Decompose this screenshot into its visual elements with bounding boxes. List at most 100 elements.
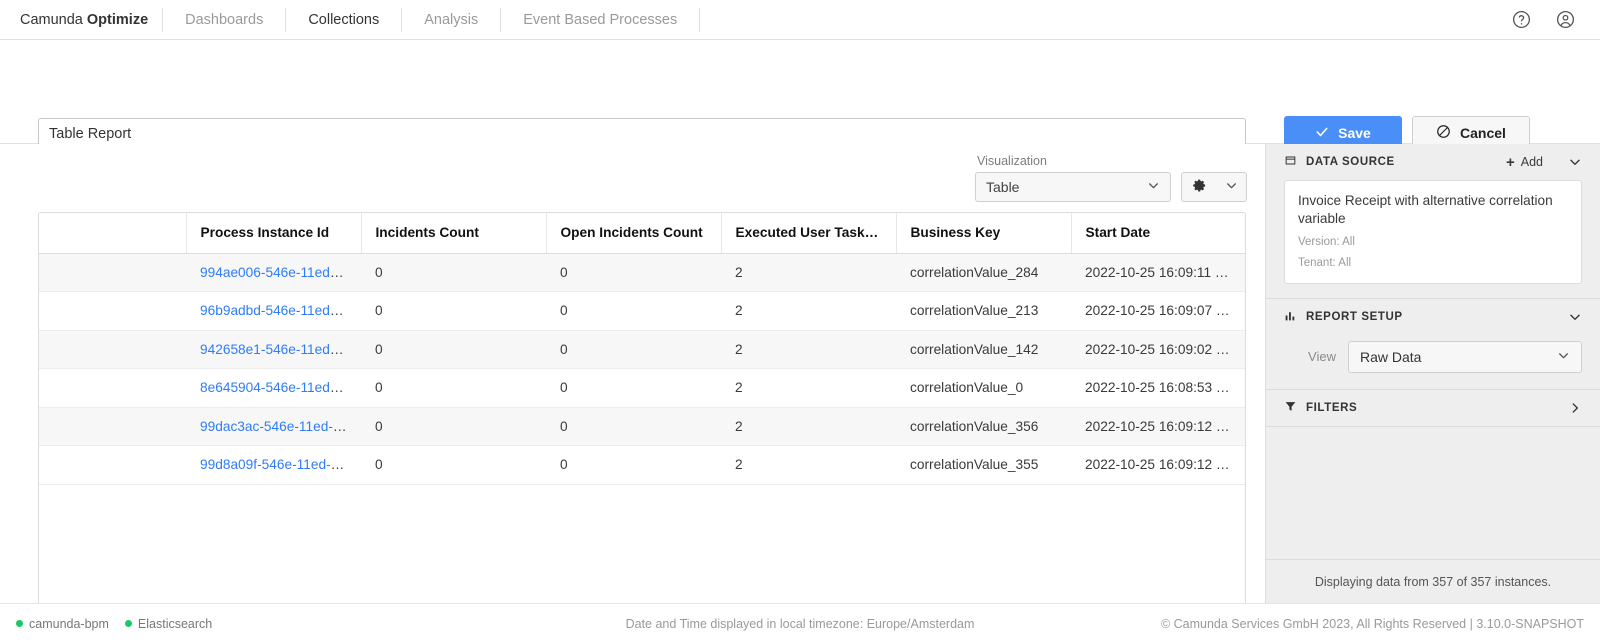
filters-title: FILTERS bbox=[1306, 401, 1358, 414]
cell-open-incidents-count: 0 bbox=[546, 407, 721, 446]
nav-divider bbox=[699, 7, 701, 32]
cell-process-instance-id[interactable]: 99dac3ac-546e-11ed-8… bbox=[186, 407, 361, 446]
column-header-process-instance-id[interactable]: Process Instance Id bbox=[186, 213, 362, 254]
bar-chart-icon bbox=[1284, 309, 1297, 325]
cell-incidents-count: 0 bbox=[361, 407, 546, 446]
cell-executed-user-tasks: 2 bbox=[721, 445, 896, 485]
column-header-open-incidents-count[interactable]: Open Incidents Count bbox=[546, 213, 722, 254]
app-footer: camunda-bpm Elasticsearch Date and Time … bbox=[0, 603, 1600, 643]
process-instance-link[interactable]: 99dac3ac-546e-11ed-8… bbox=[200, 419, 354, 434]
report-configuration-panel: DATA SOURCE + Add Invoice Receipt with a… bbox=[1265, 144, 1600, 603]
visualization-select[interactable]: Table bbox=[975, 172, 1171, 202]
visualization-controls: Visualization Table bbox=[975, 154, 1247, 202]
cell-process-instance-id[interactable]: 99d8a09f-546e-11ed-8… bbox=[186, 445, 361, 485]
cell-open-incidents-count: 0 bbox=[546, 445, 721, 485]
cell-incidents-count: 0 bbox=[361, 291, 546, 331]
table-row: e:5:8e5ba671-546… 994ae006-546e-11ed-8… … bbox=[39, 253, 1245, 292]
cell-process-definition-id: e:1:8e370732-546… bbox=[39, 368, 186, 408]
process-instance-link[interactable]: 994ae006-546e-11ed-8… bbox=[200, 265, 356, 280]
cell-start-date: 2022-10-25 16:09:12 U… bbox=[1071, 445, 1245, 485]
cell-process-instance-id[interactable]: 96b9adbd-546e-11ed-8… bbox=[186, 291, 361, 331]
table-header-row: ess Definition Id Process Instance Id In… bbox=[39, 213, 1245, 254]
filters-header[interactable]: FILTERS bbox=[1284, 390, 1582, 426]
status-elasticsearch: Elasticsearch bbox=[124, 617, 212, 631]
copyright-note: © Camunda Services GmbH 2023, All Rights… bbox=[1160, 616, 1584, 631]
filters-section: FILTERS bbox=[1266, 390, 1600, 427]
filters-expand-toggle[interactable] bbox=[1552, 401, 1582, 415]
check-icon bbox=[1315, 125, 1329, 142]
column-header-start-date[interactable]: Start Date bbox=[1071, 213, 1245, 254]
data-source-card[interactable]: Invoice Receipt with alternative correla… bbox=[1284, 180, 1582, 284]
process-instance-link[interactable]: 99d8a09f-546e-11ed-8… bbox=[200, 457, 352, 472]
cancel-button-label: Cancel bbox=[1460, 125, 1506, 141]
cell-open-incidents-count: 0 bbox=[546, 330, 721, 369]
process-instance-link[interactable]: 96b9adbd-546e-11ed-8… bbox=[200, 303, 356, 318]
cell-process-instance-id[interactable]: 8e645904-546e-11ed-8… bbox=[186, 368, 361, 408]
report-header: Displaying data from 357 instances. Save… bbox=[0, 40, 1600, 174]
nav-item-dashboards[interactable]: Dashboards bbox=[163, 8, 285, 32]
app-root: Camunda Optimize Dashboards Collections … bbox=[0, 0, 1600, 643]
report-setup-collapse-toggle[interactable] bbox=[1552, 310, 1582, 324]
help-circle-icon[interactable] bbox=[1510, 9, 1532, 31]
cell-start-date: 2022-10-25 16:08:53 U… bbox=[1071, 368, 1245, 408]
report-setup-header: REPORT SETUP bbox=[1284, 299, 1582, 335]
nav-item-event-based-processes[interactable]: Event Based Processes bbox=[501, 8, 699, 32]
cell-business-key: correlationValue_356 bbox=[896, 407, 1071, 446]
app-brand[interactable]: Camunda Optimize bbox=[16, 12, 162, 28]
column-header-executed-user-tasks[interactable]: Executed User Tasks C... bbox=[721, 213, 897, 254]
status-dot-icon bbox=[124, 620, 132, 627]
cell-process-instance-id[interactable]: 994ae006-546e-11ed-8… bbox=[186, 253, 361, 292]
table-row: e:3:8e46bed7-546… 942658e1-546e-11ed-8… … bbox=[39, 330, 1245, 369]
cancel-circle-icon bbox=[1436, 124, 1451, 142]
table-scroll-container[interactable]: ess Definition Id Process Instance Id In… bbox=[39, 213, 1245, 642]
table-row: e:5:8e5ba671-546… 99d8a09f-546e-11ed-8… … bbox=[39, 445, 1245, 485]
report-setup-title: REPORT SETUP bbox=[1306, 310, 1403, 323]
cell-process-instance-id[interactable]: 942658e1-546e-11ed-8… bbox=[186, 330, 361, 369]
cell-business-key: correlationValue_213 bbox=[896, 291, 1071, 331]
cell-start-date: 2022-10-25 16:09:07 U… bbox=[1071, 291, 1245, 331]
process-instance-link[interactable]: 8e645904-546e-11ed-8… bbox=[200, 380, 356, 395]
report-config-button[interactable] bbox=[1181, 172, 1247, 202]
column-header-incidents-count[interactable]: Incidents Count bbox=[361, 213, 547, 254]
cell-executed-user-tasks: 2 bbox=[721, 253, 896, 292]
cell-open-incidents-count: 0 bbox=[546, 253, 721, 292]
data-source-header: DATA SOURCE + Add bbox=[1284, 144, 1582, 180]
connection-statuses: camunda-bpm Elasticsearch bbox=[16, 617, 212, 631]
chevron-down-icon bbox=[1557, 349, 1570, 365]
main-body: Visualization Table Process Instance Id … bbox=[0, 144, 1600, 643]
data-source-tenant: Tenant: All bbox=[1298, 256, 1352, 269]
nav-right-actions bbox=[1510, 9, 1584, 31]
table-row: e:5:8e5ba671-546… 99dac3ac-546e-11ed-8… … bbox=[39, 407, 1245, 446]
view-select[interactable]: Raw Data bbox=[1348, 340, 1582, 373]
cell-start-date: 2022-10-25 16:09:02 U… bbox=[1071, 330, 1245, 369]
brand-prefix: Camunda bbox=[20, 11, 87, 28]
data-source-collapse-toggle[interactable] bbox=[1552, 155, 1582, 169]
cell-start-date: 2022-10-25 16:09:11 U… bbox=[1071, 253, 1245, 292]
cell-business-key: correlationValue_284 bbox=[896, 253, 1071, 292]
database-icon bbox=[1284, 154, 1297, 170]
chevron-down-icon bbox=[1225, 179, 1238, 195]
nav-item-analysis[interactable]: Analysis bbox=[402, 8, 500, 32]
status-label: camunda-bpm bbox=[29, 616, 109, 631]
nav-item-collections[interactable]: Collections bbox=[286, 8, 401, 32]
cell-process-definition-id: e:5:8e5ba671-546… bbox=[39, 253, 186, 292]
view-label: View bbox=[1308, 349, 1336, 365]
visualization-select-group: Visualization Table bbox=[975, 154, 1171, 202]
cell-business-key: correlationValue_355 bbox=[896, 445, 1071, 485]
cell-incidents-count: 0 bbox=[361, 253, 546, 292]
cell-process-definition-id: e:3:8e46bed7-546… bbox=[39, 330, 186, 369]
cell-incidents-count: 0 bbox=[361, 330, 546, 369]
raw-data-table: ess Definition Id Process Instance Id In… bbox=[39, 213, 1245, 485]
add-data-source-button[interactable]: + Add bbox=[1506, 155, 1543, 170]
timezone-note: Date and Time displayed in local timezon… bbox=[625, 616, 975, 631]
cell-incidents-count: 0 bbox=[361, 445, 546, 485]
report-setup-section: REPORT SETUP View Raw Data bbox=[1266, 299, 1600, 390]
cell-executed-user-tasks: 2 bbox=[721, 407, 896, 446]
user-avatar-icon[interactable] bbox=[1554, 9, 1576, 31]
cell-executed-user-tasks: 2 bbox=[721, 330, 896, 369]
column-header-business-key[interactable]: Business Key bbox=[896, 213, 1072, 254]
add-label: Add bbox=[1520, 155, 1543, 169]
column-header-process-definition-id[interactable]: ess Definition Id bbox=[39, 213, 187, 254]
process-instance-link[interactable]: 942658e1-546e-11ed-8… bbox=[200, 342, 356, 357]
cell-process-definition-id: e:5:8e5ba671-546… bbox=[39, 407, 186, 446]
